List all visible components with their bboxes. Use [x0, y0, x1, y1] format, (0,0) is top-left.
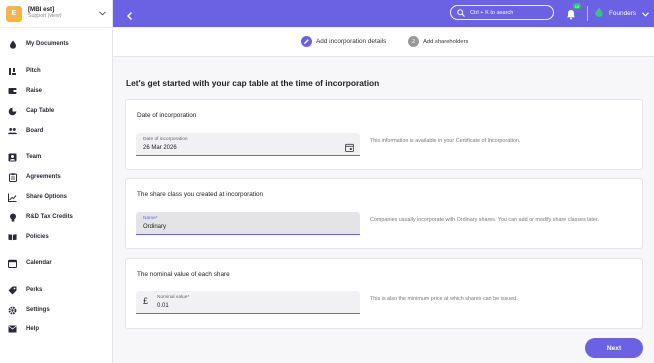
org-switcher[interactable]: E [MBI est] Support (view): [0, 0, 112, 28]
tag-icon: [8, 286, 17, 295]
sidebar-item-board[interactable]: Board: [0, 124, 112, 138]
field-value: 26 Mar 2026: [143, 145, 177, 151]
sidebar-item-label: My Documents: [26, 41, 69, 47]
sidebar-item-label: Perks: [26, 287, 43, 293]
sidebar-item-label: Policies: [26, 234, 49, 240]
date-of-incorporation-field[interactable]: Date of incorporation 26 Mar 2026: [136, 133, 360, 156]
wallet-icon: [8, 87, 17, 96]
sidebar-item-calendar[interactable]: Calendar: [0, 256, 112, 270]
top-bar: Ctrl + K to search 10 Founders: [113, 0, 654, 27]
sidebar-item-my-documents[interactable]: My Documents: [0, 37, 112, 51]
search-icon: [457, 4, 465, 22]
currency-prefix: £: [143, 296, 149, 306]
field-label: Nominal value*: [157, 295, 190, 300]
field-hint: This is also the minimum price at which …: [370, 296, 518, 302]
sliders-icon: [8, 67, 17, 76]
section-title: The nominal value of each share: [137, 271, 230, 278]
nominal-value-card: The nominal value of each share £ Nomina…: [125, 258, 643, 329]
page-title: Let's get started with your cap table at…: [126, 78, 380, 88]
search-input[interactable]: Ctrl + K to search: [450, 5, 554, 20]
bulb-icon: [8, 213, 17, 222]
sidebar-item-label: Pitch: [26, 68, 41, 74]
section-title: Date of incorporation: [137, 112, 197, 119]
share-class-card: The share class you created at incorpora…: [125, 178, 643, 249]
progress-stepper: Add incorporation details 2 Add sharehol…: [113, 27, 654, 57]
sidebar-item-label: Raise: [26, 88, 43, 94]
section-title: The share class you created at incorpora…: [137, 191, 264, 198]
step-add-shareholders[interactable]: 2 Add shareholders: [408, 36, 468, 47]
sidebar-item-raise[interactable]: Raise: [0, 84, 112, 98]
people-icon: [8, 127, 17, 136]
calendar-icon[interactable]: [345, 139, 354, 152]
sidebar-item-label: Board: [26, 128, 44, 134]
step-label: Add shareholders: [423, 38, 469, 45]
gear-icon: [8, 306, 17, 315]
sidebar-item-label: Agreements: [26, 174, 61, 180]
step-add-incorporation-details[interactable]: Add incorporation details: [301, 36, 386, 47]
drop-pin-icon: [8, 40, 17, 49]
next-button[interactable]: Next: [585, 338, 643, 358]
sidebar: E [MBI est] Support (view) My Documents …: [0, 0, 113, 363]
sidebar-item-label: R&D Tax Credits: [26, 214, 73, 220]
chevron-down-icon[interactable]: [98, 10, 106, 18]
sidebar-item-policies[interactable]: Policies: [0, 230, 112, 244]
sidebar-item-label: Help: [26, 326, 40, 332]
step-label: Add incorporation details: [316, 38, 387, 45]
mail-icon: [8, 325, 17, 334]
pencil-icon: [301, 36, 312, 47]
chart-icon: [8, 193, 17, 202]
field-value: 0.01: [157, 303, 169, 309]
pie-chart-icon: [8, 107, 17, 116]
person-badge-icon: [8, 153, 17, 162]
divider: [587, 6, 588, 21]
sidebar-item-perks[interactable]: Perks: [0, 283, 112, 297]
book-icon: [8, 233, 17, 242]
notification-badge: 10: [573, 3, 581, 9]
step-number: 2: [408, 36, 419, 47]
org-subtitle: Support (view): [28, 13, 62, 20]
sidebar-item-help[interactable]: Help: [0, 322, 112, 336]
calendar-icon: [8, 259, 17, 268]
sidebar-item-share-options[interactable]: Share Options: [0, 190, 112, 204]
sidebar-item-settings[interactable]: Settings: [0, 303, 112, 317]
field-value: Ordinary: [143, 224, 167, 230]
user-label: Founders: [609, 9, 636, 17]
sidebar-item-label: Team: [26, 154, 42, 160]
sidebar-item-label: Share Options: [26, 194, 68, 200]
field-hint: Companies usually incorporate with Ordin…: [370, 217, 599, 223]
sidebar-item-label: Calendar: [26, 260, 52, 266]
sidebar-item-agreements[interactable]: Agreements: [0, 170, 112, 184]
search-placeholder: Ctrl + K to search: [470, 9, 514, 16]
sidebar-item-rd-tax-credits[interactable]: R&D Tax Credits: [0, 210, 112, 224]
field-hint: This information is available in your Ce…: [370, 138, 521, 144]
chevron-down-icon: [642, 4, 649, 22]
org-info: [MBI est] Support (view): [28, 6, 98, 20]
sidebar-item-label: Settings: [26, 307, 50, 313]
nominal-value-field[interactable]: £ Nominal value* 0.01: [136, 291, 360, 314]
clipboard-icon: [8, 172, 17, 182]
sidebar-item-label: Cap Table: [26, 108, 55, 114]
date-of-incorporation-card: Date of incorporation Date of incorporat…: [125, 99, 643, 170]
sidebar-item-pitch[interactable]: Pitch: [0, 64, 112, 78]
back-arrow-icon[interactable]: [125, 8, 135, 20]
field-label: Date of incorporation: [143, 137, 188, 142]
field-label: Name*: [143, 216, 158, 221]
drop-icon: [595, 4, 603, 22]
share-class-name-field[interactable]: Name* Ordinary: [136, 212, 360, 235]
sidebar-item-cap-table[interactable]: Cap Table: [0, 104, 112, 118]
user-menu[interactable]: Founders: [595, 6, 649, 20]
org-avatar: E: [6, 5, 22, 22]
sidebar-item-team[interactable]: Team: [0, 150, 112, 164]
